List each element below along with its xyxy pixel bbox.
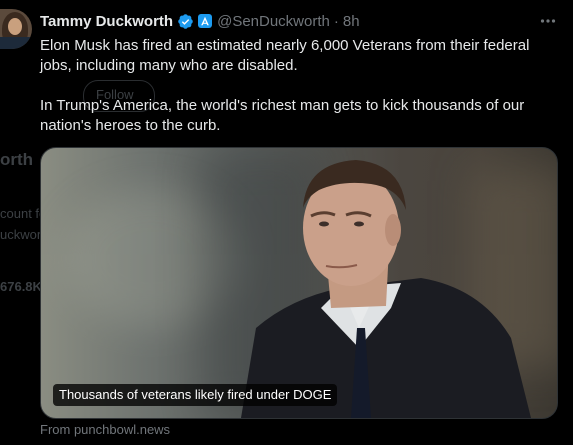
tweet-paragraph: Elon Musk has fired an estimated nearly … <box>40 37 530 74</box>
more-options-icon[interactable] <box>539 12 557 30</box>
card-photo <box>241 160 531 418</box>
card-title-overlay: Thousands of veterans likely fired under… <box>53 384 338 406</box>
tweet-text: Elon Musk has fired an estimated nearly … <box>40 36 560 136</box>
ghost-profile-name: orth <box>0 150 34 169</box>
tweet-paragraph: In Trump's America, the world's richest … <box>40 97 525 134</box>
tweet-header: Tammy Duckworth @SenDuckworth · 8h <box>40 10 360 32</box>
header-separator: · <box>333 12 339 30</box>
post-timestamp[interactable]: 8h <box>343 13 360 30</box>
tweet-post[interactable]: orth Follow count for U.S. uckworth. For… <box>0 0 573 445</box>
card-source[interactable]: From punchbowl.news <box>40 422 170 437</box>
link-preview-card[interactable]: Thousands of veterans likely fired under… <box>40 147 558 419</box>
government-badge-icon <box>198 14 213 28</box>
author-handle[interactable]: @SenDuckworth <box>217 13 330 30</box>
avatar[interactable] <box>0 9 32 49</box>
verified-badge-icon <box>177 13 194 30</box>
author-name[interactable]: Tammy Duckworth <box>40 13 173 30</box>
